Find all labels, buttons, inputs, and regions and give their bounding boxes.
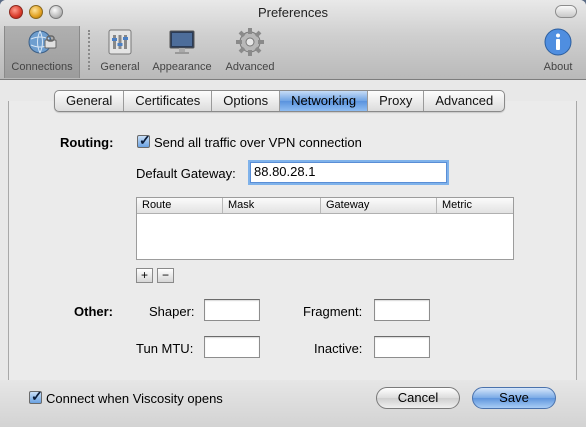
toolbar-separator bbox=[88, 30, 90, 70]
inactive-label: Inactive: bbox=[314, 341, 363, 356]
tun-mtu-label: Tun MTU: bbox=[136, 341, 194, 356]
toolbar: Preferences Connections General Appearan… bbox=[0, 0, 586, 80]
tab-bar: General Certificates Options Networking … bbox=[54, 90, 506, 112]
column-mask[interactable]: Mask bbox=[223, 198, 321, 213]
inactive-input[interactable] bbox=[374, 336, 430, 358]
column-gateway[interactable]: Gateway bbox=[321, 198, 437, 213]
routing-label: Routing: bbox=[60, 135, 114, 150]
save-button[interactable]: Save bbox=[472, 387, 556, 409]
routes-table-header: Route Mask Gateway Metric bbox=[137, 198, 513, 214]
default-gateway-input[interactable]: 88.80.28.1 bbox=[250, 162, 447, 183]
routes-table: Route Mask Gateway Metric bbox=[136, 197, 514, 260]
toolbar-general[interactable]: General bbox=[98, 26, 142, 78]
connections-icon bbox=[28, 30, 57, 54]
checkmark-icon: ✓ bbox=[139, 132, 151, 148]
column-metric[interactable]: Metric bbox=[437, 198, 513, 213]
appearance-icon bbox=[169, 30, 195, 54]
advanced-gear-icon bbox=[236, 28, 264, 56]
tun-mtu-input[interactable] bbox=[204, 336, 260, 358]
toolbar-connections[interactable]: Connections bbox=[4, 26, 80, 78]
connect-on-open-label: Connect when Viscosity opens bbox=[46, 391, 223, 406]
tab-options[interactable]: Options bbox=[212, 91, 281, 111]
other-label: Other: bbox=[74, 304, 113, 319]
fragment-input[interactable] bbox=[374, 299, 430, 321]
send-all-traffic-checkbox[interactable]: ✓ bbox=[137, 132, 151, 148]
preferences-window: Preferences Connections General Appearan… bbox=[0, 0, 586, 427]
fragment-label: Fragment: bbox=[303, 304, 363, 319]
window-title: Preferences bbox=[257, 5, 329, 20]
connect-on-open-checkbox[interactable]: ✓ bbox=[29, 388, 43, 404]
shaper-input[interactable] bbox=[204, 299, 260, 321]
send-all-traffic-label: Send all traffic over VPN connection bbox=[154, 135, 362, 150]
remove-route-button[interactable]: − bbox=[157, 268, 174, 283]
tab-certificates[interactable]: Certificates bbox=[124, 91, 213, 111]
tab-proxy[interactable]: Proxy bbox=[368, 91, 425, 111]
toolbar-about[interactable]: About bbox=[538, 26, 578, 78]
general-icon bbox=[108, 29, 132, 55]
tab-advanced[interactable]: Advanced bbox=[424, 91, 504, 111]
shaper-label: Shaper: bbox=[149, 304, 195, 319]
checkmark-icon: ✓ bbox=[31, 388, 43, 404]
tab-networking[interactable]: Networking bbox=[280, 91, 369, 111]
column-route[interactable]: Route bbox=[137, 198, 223, 213]
tab-general[interactable]: General bbox=[55, 91, 125, 111]
add-route-button[interactable]: + bbox=[136, 268, 153, 283]
toolbar-advanced[interactable]: Advanced bbox=[222, 26, 278, 78]
default-gateway-label: Default Gateway: bbox=[136, 166, 236, 181]
info-icon bbox=[544, 28, 572, 56]
toolbar-appearance[interactable]: Appearance bbox=[149, 26, 215, 78]
cancel-button[interactable]: Cancel bbox=[376, 387, 460, 409]
